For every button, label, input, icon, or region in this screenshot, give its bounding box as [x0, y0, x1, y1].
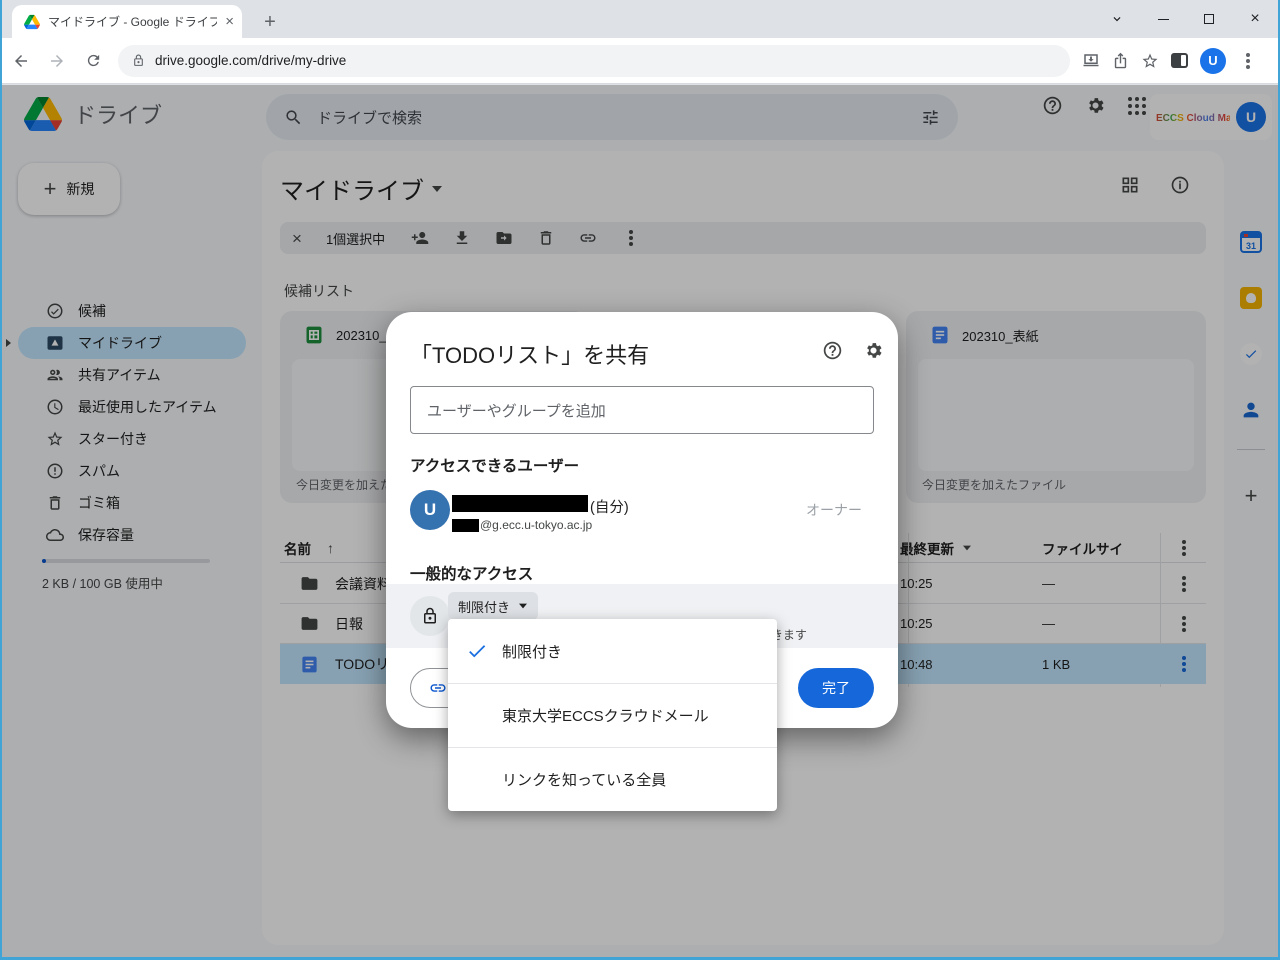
browser-window: マイドライブ - Google ドライブ × + × drive.google.… [0, 0, 1280, 960]
menu-item-organization[interactable]: 東京大学ECCSクラウドメール [448, 683, 777, 747]
browser-tab[interactable]: マイドライブ - Google ドライブ × [12, 5, 242, 38]
url-text: drive.google.com/drive/my-drive [155, 53, 347, 68]
reload-button[interactable] [76, 44, 110, 78]
tab-title: マイドライブ - Google ドライブ [48, 15, 218, 29]
tab-strip: マイドライブ - Google ドライブ × + × [2, 0, 1278, 38]
chip-caret-icon [519, 603, 528, 609]
dialog-help-icon[interactable] [822, 340, 843, 361]
browser-menu-icon[interactable] [1246, 58, 1250, 63]
menu-item-anyone-with-link[interactable]: リンクを知っている全員 [448, 747, 777, 811]
window-minimize-button[interactable] [1140, 0, 1186, 38]
redacted-owner-id [452, 519, 479, 532]
add-people-input[interactable]: ユーザーやグループを追加 [410, 386, 874, 434]
owner-role-label: オーナー [806, 502, 862, 518]
lock-circle-icon [410, 596, 450, 636]
redacted-owner-name [452, 495, 588, 512]
forward-button[interactable] [40, 44, 74, 78]
share-icon[interactable] [1112, 52, 1129, 69]
people-section-heading: アクセスできるユーザー [410, 458, 580, 475]
browser-toolbar: drive.google.com/drive/my-drive U [2, 38, 1278, 84]
back-button[interactable] [4, 44, 38, 78]
install-icon[interactable] [1082, 52, 1100, 70]
browser-avatar[interactable]: U [1200, 47, 1226, 74]
dialog-settings-icon[interactable] [863, 340, 884, 361]
link-icon [429, 679, 447, 697]
window-close-button[interactable]: × [1232, 0, 1278, 38]
tab-close-icon[interactable]: × [225, 14, 234, 29]
new-tab-button[interactable]: + [256, 8, 284, 36]
owner-avatar: U [410, 490, 450, 530]
owner-row: U (自分) @g.ecc.u-tokyo.ac.jp オーナー [386, 484, 898, 544]
address-bar[interactable]: drive.google.com/drive/my-drive [118, 44, 1070, 77]
access-dropdown-button[interactable]: 制限付き [448, 592, 539, 620]
tab-search-icon[interactable] [1094, 0, 1140, 38]
lock-icon [132, 54, 145, 67]
window-maximize-button[interactable] [1186, 0, 1232, 38]
bookmark-star-icon[interactable] [1141, 52, 1159, 70]
drive-favicon [24, 14, 40, 30]
dialog-title: 「TODOリスト」を共有 [410, 343, 650, 368]
done-button[interactable]: 完了 [798, 668, 874, 708]
selected-check-icon [466, 640, 488, 662]
add-people-placeholder: ユーザーやグループを追加 [427, 402, 606, 420]
owner-self-label: (自分) [590, 500, 629, 516]
menu-item-restricted[interactable]: 制限付き [448, 619, 777, 683]
access-options-menu: 制限付き 東京大学ECCSクラウドメール リンクを知っている全員 [448, 619, 777, 811]
owner-email: @g.ecc.u-tokyo.ac.jp [480, 518, 593, 532]
general-access-heading: 一般的なアクセス [410, 566, 534, 583]
side-panel-icon[interactable] [1171, 53, 1188, 68]
